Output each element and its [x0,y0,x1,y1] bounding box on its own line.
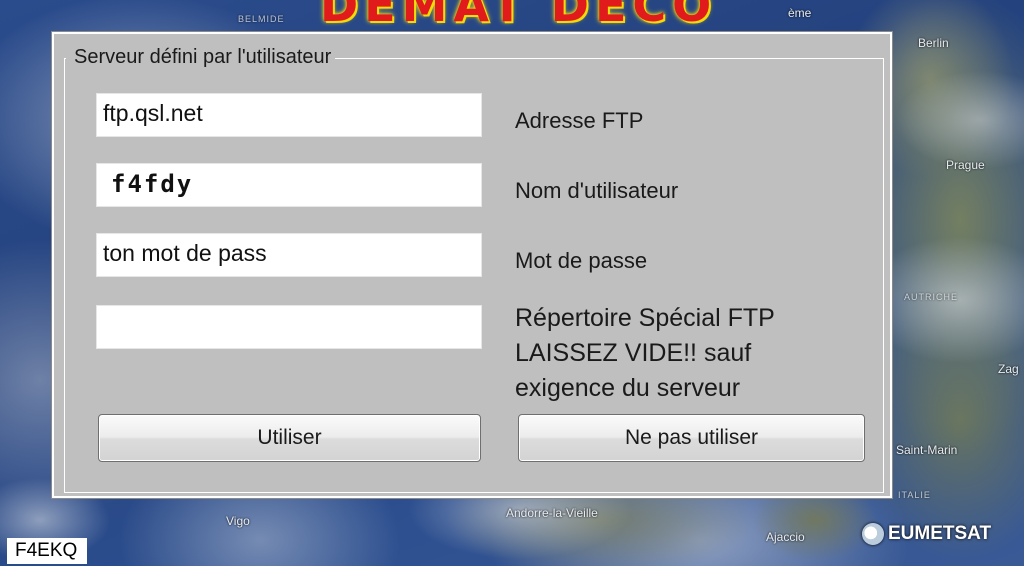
use-button[interactable]: Utiliser [98,414,481,462]
map-label: ITALIE [898,490,931,500]
ftp-address-label: Adresse FTP [515,108,644,133]
password-label: Mot de passe [515,248,648,273]
map-label: Saint-Marin [896,443,958,457]
ftp-server-dialog: Serveur défini par l'utilisateur ftp.qsl… [52,32,892,498]
map-label: Berlin [918,36,949,50]
map-label: Zag [998,362,1019,376]
map-label: Andorre-la-Vieille [506,506,598,520]
app-banner: DEMAT DECO [320,0,718,32]
map-label: Prague [946,158,985,172]
groupbox-title: Serveur défini par l'utilisateur [66,46,336,69]
map-label: Vigo [226,514,250,528]
screen: DEMAT DECO BELMIDE ème Berlin Prague AUT… [0,0,1024,566]
dont-use-button[interactable]: Ne pas utiliser [518,414,865,462]
map-label: Ajaccio [766,530,805,544]
callsign-label: F4EKQ [7,538,88,564]
username-label: Nom d'utilisateur [515,178,679,203]
eumetsat-icon [862,523,884,545]
map-label: AUTRICHE [904,292,959,302]
map-label: BELMIDE [238,14,285,24]
map-label: ème [788,6,812,20]
password-input[interactable]: ton mot de pass [96,233,482,277]
ftp-directory-input[interactable] [96,305,482,349]
username-input[interactable]: f4fdy [96,163,482,207]
ftp-address-input[interactable]: ftp.qsl.net [96,93,482,137]
ftp-directory-note: Répertoire Spécial FTP LAISSEZ VIDE!! sa… [515,304,775,402]
eumetsat-text: EUMETSAT [888,523,992,544]
eumetsat-logo: EUMETSAT [862,523,991,545]
